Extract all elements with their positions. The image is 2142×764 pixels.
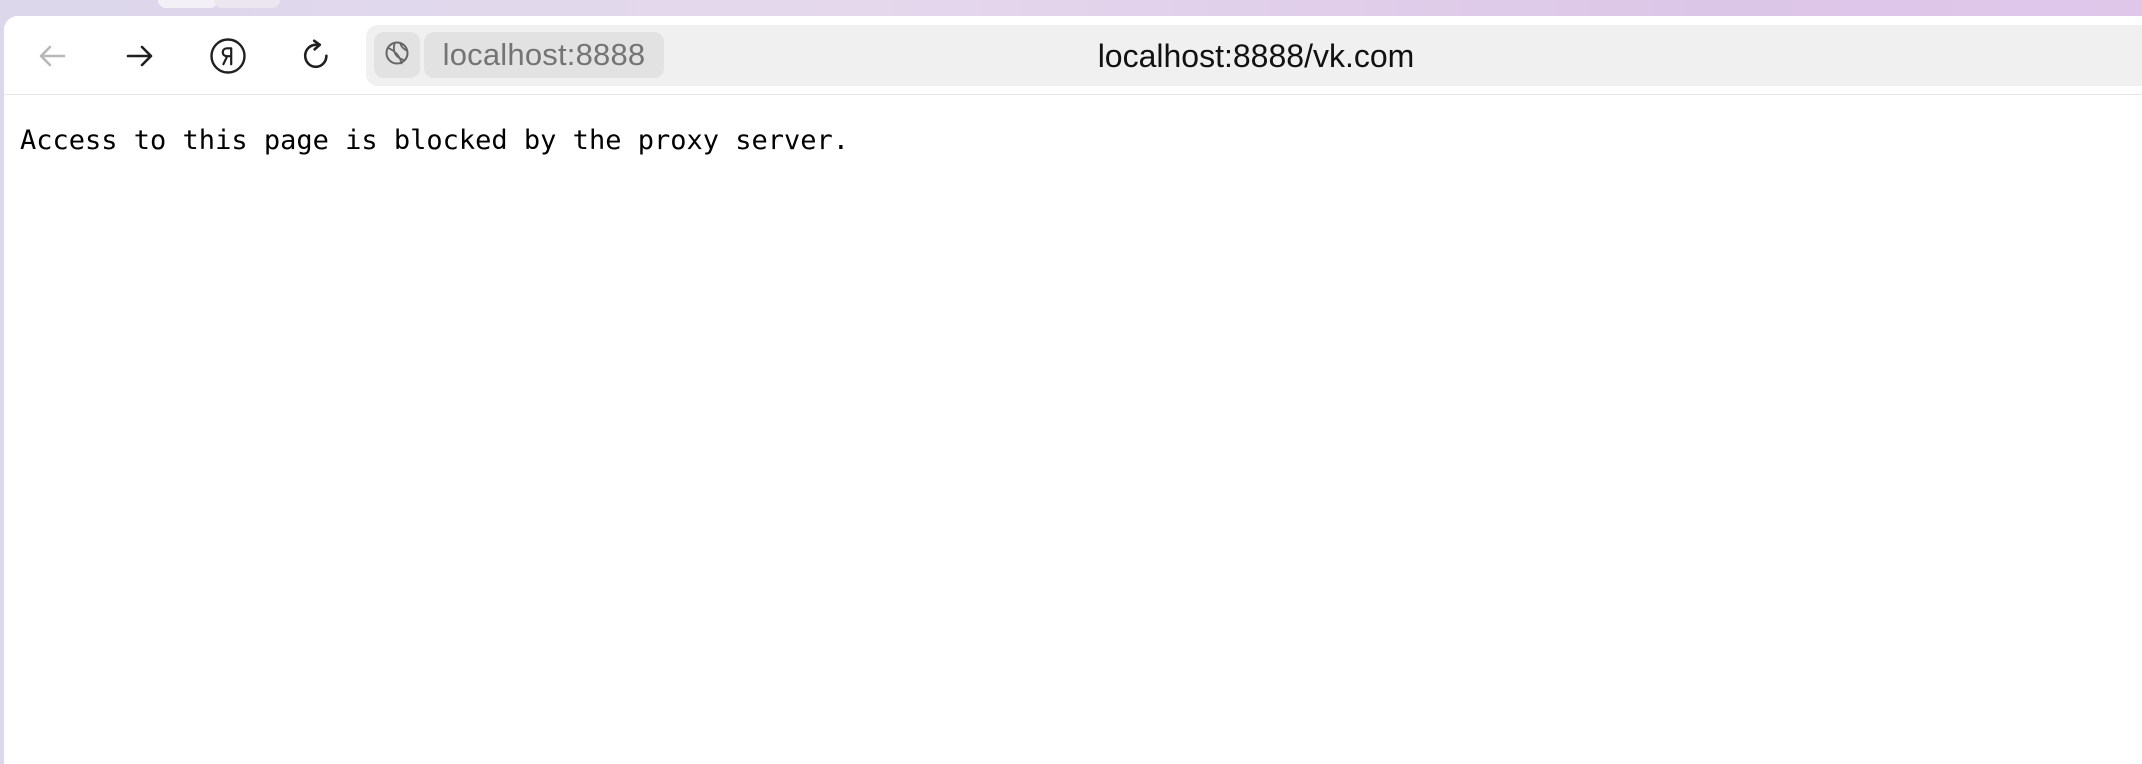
arrow-left-icon [35, 39, 69, 73]
back-button[interactable] [26, 30, 78, 82]
proxy-blocked-message: Access to this page is blocked by the pr… [20, 125, 850, 156]
forward-button[interactable] [114, 30, 166, 82]
reload-button[interactable] [290, 30, 342, 82]
tab-item[interactable] [214, 0, 280, 8]
yandex-button[interactable] [202, 30, 254, 82]
globe-icon [382, 38, 412, 73]
browser-pane: localhost:8888 localhost:8888/vk.com Acc… [4, 16, 2142, 764]
browser-toolbar: localhost:8888 localhost:8888/vk.com [4, 16, 2142, 95]
page-content: Access to this page is blocked by the pr… [4, 95, 2142, 764]
address-text[interactable]: localhost:8888/vk.com [946, 34, 1566, 78]
browser-window: localhost:8888 localhost:8888/vk.com Acc… [0, 0, 2142, 764]
address-bar[interactable]: localhost:8888 localhost:8888/vk.com [366, 25, 2142, 86]
site-chip-label[interactable]: localhost:8888 [424, 32, 664, 78]
site-info-button[interactable] [374, 32, 420, 78]
yandex-logo-icon [209, 37, 247, 75]
arrow-right-icon [123, 39, 157, 73]
reload-icon [297, 37, 335, 75]
tab-item[interactable] [158, 0, 218, 8]
tab-strip [0, 0, 2142, 16]
